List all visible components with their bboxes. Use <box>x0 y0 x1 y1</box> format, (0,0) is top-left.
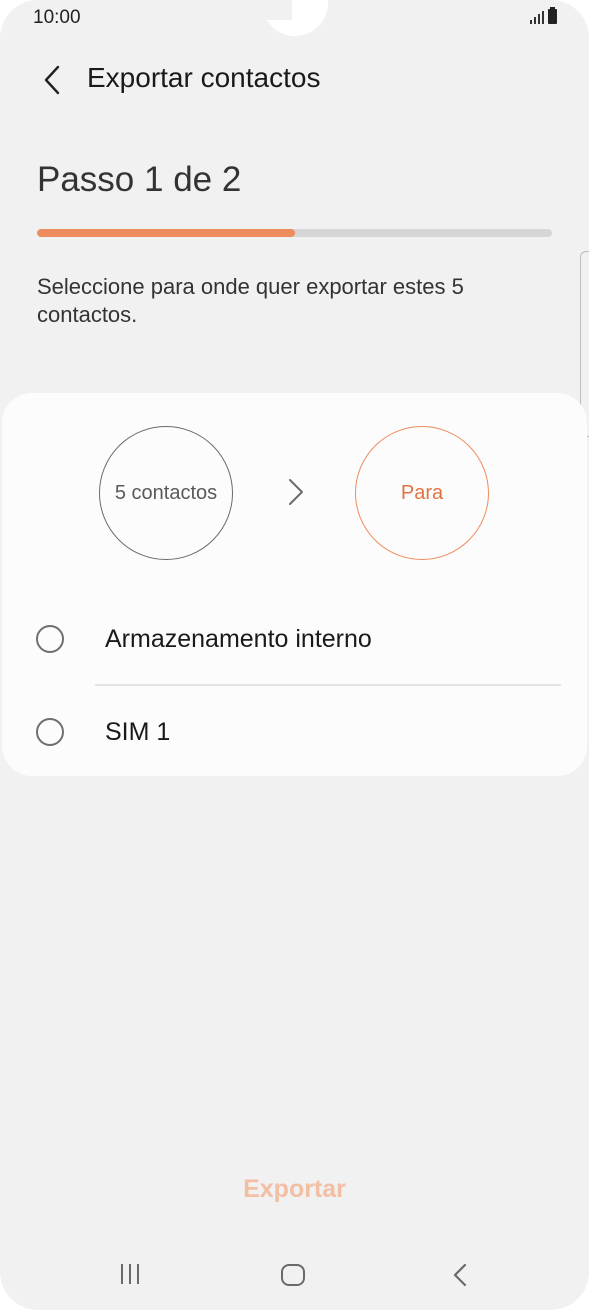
signal-icon <box>530 10 544 24</box>
home-icon[interactable] <box>281 1264 305 1286</box>
option-internal-storage[interactable]: Armazenamento interno <box>2 595 587 685</box>
page-title: Exportar contactos <box>87 62 321 93</box>
export-button[interactable]: Exportar <box>0 1175 589 1204</box>
chevron-left-icon <box>44 65 60 95</box>
back-icon[interactable] <box>448 1260 472 1290</box>
phone-screen: 10:00 Exportar contactos Passo 1 de 2 Se… <box>0 0 589 1310</box>
option-label: SIM 1 <box>105 718 171 746</box>
divider <box>95 684 561 686</box>
radio-button[interactable] <box>36 718 64 746</box>
radio-button[interactable] <box>36 625 64 653</box>
navigation-bar <box>0 1248 589 1302</box>
status-time: 10:00 <box>33 7 81 28</box>
chevron-right-icon <box>289 479 303 505</box>
source-circle: 5 contactos <box>99 426 233 560</box>
step-title: Passo 1 de 2 <box>37 160 242 199</box>
status-icons <box>530 7 557 24</box>
destination-circle[interactable]: Para <box>355 426 489 560</box>
option-label: Armazenamento interno <box>105 625 372 653</box>
back-button[interactable] <box>30 58 74 102</box>
source-label: 5 contactos <box>114 481 218 504</box>
step-progress-bar <box>37 229 552 237</box>
step-progress-fill <box>37 229 295 237</box>
destination-card: 5 contactos Para Armazenamento interno S… <box>2 393 587 776</box>
option-sim-1[interactable]: SIM 1 <box>2 688 587 778</box>
battery-icon <box>548 7 557 24</box>
recents-icon[interactable] <box>114 1256 146 1292</box>
destination-label: Para <box>400 481 444 504</box>
description-text: Seleccione para onde quer exportar estes… <box>37 274 464 327</box>
camera-notch <box>262 0 328 36</box>
